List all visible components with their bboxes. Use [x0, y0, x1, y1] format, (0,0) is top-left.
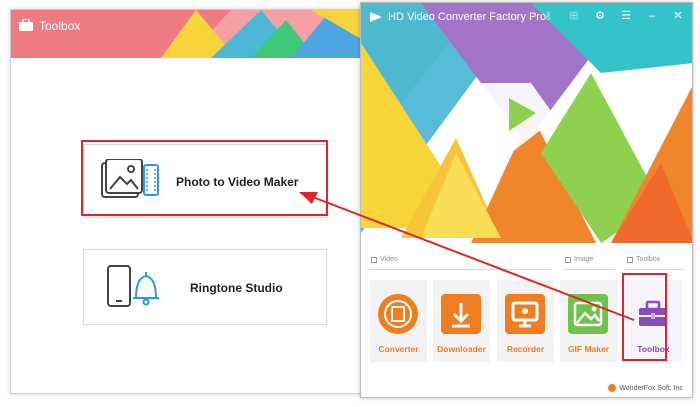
section-video: Video: [371, 256, 398, 263]
photo-to-video-highlight: [81, 140, 328, 216]
download-icon: [441, 294, 481, 334]
footer-text: WonderFox Soft, Inc: [619, 384, 683, 392]
phone-bell-icon: [106, 264, 162, 315]
section-toolbox: Toolbox: [627, 256, 660, 263]
monitor-icon: [505, 294, 545, 334]
ringtone-studio-label: Ringtone Studio: [190, 281, 283, 295]
image-icon: [568, 294, 608, 334]
section-headers: Video Image Toolbox: [369, 256, 687, 272]
main-window-banner: [361, 3, 692, 248]
video-section-icon: [371, 256, 377, 263]
recorder-button[interactable]: Recorder: [497, 280, 554, 362]
downloader-button[interactable]: Downloader: [433, 280, 490, 362]
toolbox-highlight: [622, 273, 667, 361]
hd-logo-icon: [369, 11, 383, 23]
converter-button[interactable]: Converter: [370, 280, 427, 362]
toolbox-section-icon: [627, 256, 633, 263]
film-reel-icon: [378, 294, 418, 334]
cart-icon[interactable]: ⊞: [568, 10, 580, 22]
gif-maker-button[interactable]: GIF Maker: [560, 280, 617, 362]
key-icon[interactable]: ⚷: [542, 10, 554, 22]
section-divider: [625, 269, 685, 270]
footer: WonderFox Soft, Inc: [608, 384, 683, 392]
toolbox-window-title: Toolbox: [39, 19, 81, 33]
app-logo-icon: [19, 19, 33, 32]
image-section-icon: [565, 256, 571, 263]
section-divider: [369, 269, 551, 270]
minimize-icon[interactable]: –: [646, 10, 658, 22]
main-window-title: HD Video Converter Factory Pro: [388, 11, 547, 23]
toolbox-header: Toolbox: [11, 10, 361, 58]
menu-icon[interactable]: ☰: [620, 10, 632, 22]
section-divider: [563, 269, 615, 270]
ringtone-studio-button[interactable]: Ringtone Studio: [83, 249, 327, 325]
settings-icon[interactable]: ⚙: [594, 10, 606, 22]
section-image: Image: [565, 256, 593, 263]
wonderfox-logo-icon: [608, 384, 617, 392]
close-icon[interactable]: ✕: [672, 10, 684, 22]
